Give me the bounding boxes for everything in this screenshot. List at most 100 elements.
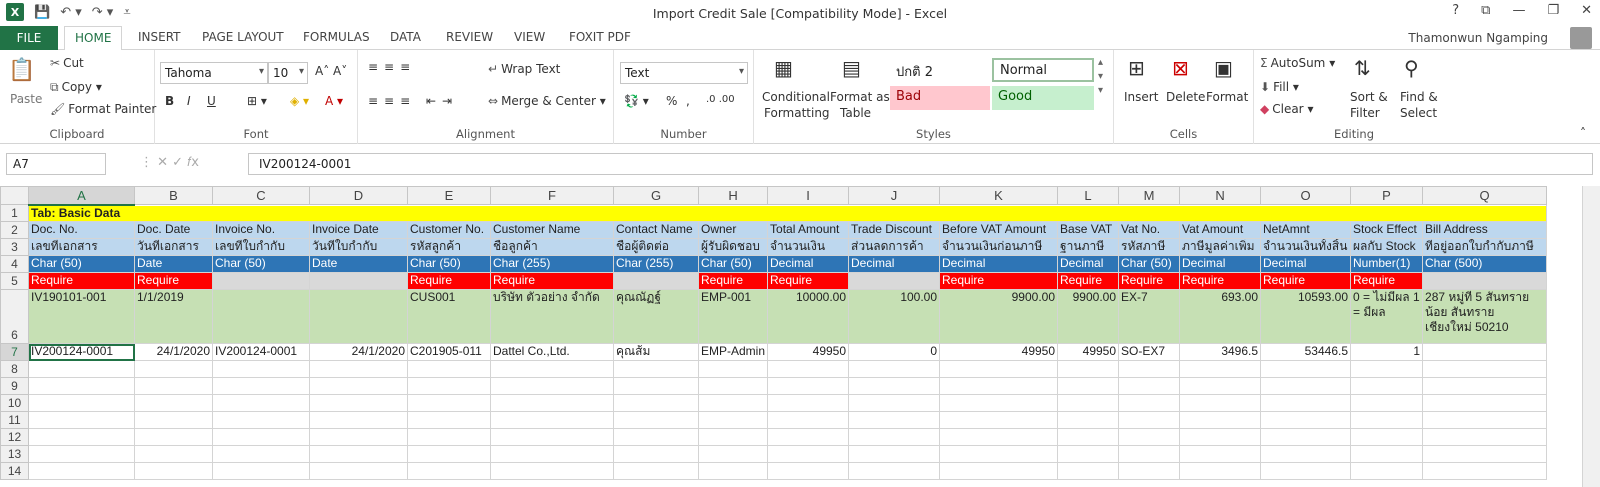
insert-cells-icon[interactable]: ⊞ [1128,56,1145,80]
cell-c4[interactable]: Char (50) [212,255,310,273]
cell-p7[interactable]: 1 [1350,343,1424,361]
column-header-n[interactable]: N [1179,186,1262,205]
sort-filter-icon[interactable]: ⇅ [1354,56,1371,80]
cell-a12[interactable] [28,428,135,446]
cell-b5[interactable]: Require [134,272,213,290]
cell-f9[interactable] [490,377,614,395]
cell-g6[interactable]: คุณณัฏฐ์ [613,289,699,344]
font-size-select[interactable]: 10 [268,62,308,84]
cell-k8[interactable] [939,360,1059,378]
cell-b11[interactable] [134,411,213,429]
cell-c13[interactable] [212,445,310,463]
cell-n11[interactable] [1179,411,1262,429]
cell-n5[interactable]: Require [1179,272,1262,290]
cell-f5[interactable]: Require [490,272,614,290]
tab-insert[interactable]: INSERT [138,30,181,44]
minimize-icon[interactable]: — [1512,3,1525,18]
cell-g2[interactable]: Contact Name [613,221,699,239]
cell-o9[interactable] [1260,377,1352,395]
cell-j13[interactable] [848,445,941,463]
cell-d10[interactable] [309,394,408,412]
cell-m2[interactable]: Vat No. [1118,221,1181,239]
cell-q8[interactable] [1422,360,1548,378]
cell-f11[interactable] [490,411,614,429]
cell-j12[interactable] [848,428,941,446]
vertical-scrollbar[interactable] [1582,186,1600,487]
tab-home[interactable]: HOME [64,26,123,51]
formula-icons[interactable]: ⋮ ✕ ✓ 𝑓x [140,155,199,170]
row-header[interactable]: 9 [0,377,29,395]
cell-b9[interactable] [134,377,213,395]
cell-a11[interactable] [28,411,135,429]
clear-button[interactable]: ◆ Clear ▾ [1260,102,1313,116]
cell-l12[interactable] [1057,428,1120,446]
cell-q3[interactable]: ที่อยู่ออกใบกำกับภาษี [1422,238,1548,256]
cell-f10[interactable] [490,394,614,412]
cell-q13[interactable] [1422,445,1548,463]
cell-q6[interactable]: 287 หมู่ที่ 5 สันทรายน้อย สันทราย เชียงใ… [1422,289,1548,344]
cell-c7[interactable]: IV200124-0001 [212,343,310,361]
cell-d9[interactable] [309,377,408,395]
cell-n9[interactable] [1179,377,1262,395]
cell-i14[interactable] [767,462,850,480]
cell-o11[interactable] [1260,411,1352,429]
column-header-i[interactable]: I [767,186,850,205]
cell-f8[interactable] [490,360,614,378]
cell-l14[interactable] [1057,462,1120,480]
italic-button[interactable]: I [187,94,191,108]
comma-button[interactable]: , [686,94,690,108]
cell-h12[interactable] [697,428,769,446]
cell-p14[interactable] [1350,462,1424,480]
cell-k14[interactable] [939,462,1059,480]
cell-m5[interactable]: Require [1118,272,1181,290]
cell-c12[interactable] [212,428,310,446]
cell-a9[interactable] [28,377,135,395]
decimal-icons[interactable]: .0 .00 [706,94,735,105]
cell-e5[interactable]: Require [407,272,491,290]
column-header-k[interactable]: K [939,186,1059,205]
cell-c2[interactable]: Invoice No. [212,221,310,239]
cell-i11[interactable] [767,411,850,429]
cell-f14[interactable] [490,462,614,480]
format-painter-button[interactable]: 🖌 Format Painter [50,102,156,116]
cell-f13[interactable] [490,445,614,463]
tab-view[interactable]: VIEW [514,30,545,44]
cell-m12[interactable] [1118,428,1181,446]
cell-c8[interactable] [212,360,310,378]
cell-d3[interactable]: วันที่ใบกำกับ [309,238,408,256]
cell-i13[interactable] [767,445,850,463]
cell-l10[interactable] [1057,394,1120,412]
cell-o5[interactable]: Require [1260,272,1352,290]
cell-e2[interactable]: Customer No. [407,221,491,239]
cell-i6[interactable]: 10000.00 [767,289,850,344]
cell-j2[interactable]: Trade Discount [848,221,941,239]
cell-f2[interactable]: Customer Name [490,221,614,239]
cell-l8[interactable] [1057,360,1120,378]
style-normal-2[interactable]: ปกติ 2 [890,58,990,82]
cell-f7[interactable]: Dattel Co.,Ltd. [490,343,614,361]
percent-button[interactable]: % [666,94,677,108]
column-header-b[interactable]: B [134,186,213,205]
cell-n13[interactable] [1179,445,1262,463]
cell-g14[interactable] [613,462,699,480]
cell-n12[interactable] [1179,428,1262,446]
cell-d5[interactable] [309,272,408,290]
conditional-formatting-button[interactable]: Conditional [762,90,830,104]
cell-c11[interactable] [212,411,310,429]
cell-e6[interactable]: CUS001 [407,289,491,344]
user-name[interactable]: Thamonwun Ngamping [1408,31,1548,45]
cell-c14[interactable] [212,462,310,480]
cell-d6[interactable] [309,289,408,344]
merge-center-button[interactable]: ⇔ Merge & Center ▾ [488,94,606,108]
cell-l2[interactable]: Base VAT [1057,221,1120,239]
column-header-j[interactable]: J [848,186,941,205]
cell-k12[interactable] [939,428,1059,446]
row-header[interactable]: 2 [0,221,29,239]
cell-b6[interactable]: 1/1/2019 [134,289,213,344]
style-good[interactable]: Good [992,86,1094,110]
cell-b3[interactable]: วันที่เอกสาร [134,238,213,256]
font-name-select[interactable]: Tahoma [160,62,268,84]
cell-h13[interactable] [697,445,769,463]
borders-icon[interactable]: ⊞ ▾ [247,94,267,108]
horizontal-align-icons[interactable]: ≡≡≡ ⇤⇥ [368,94,458,108]
